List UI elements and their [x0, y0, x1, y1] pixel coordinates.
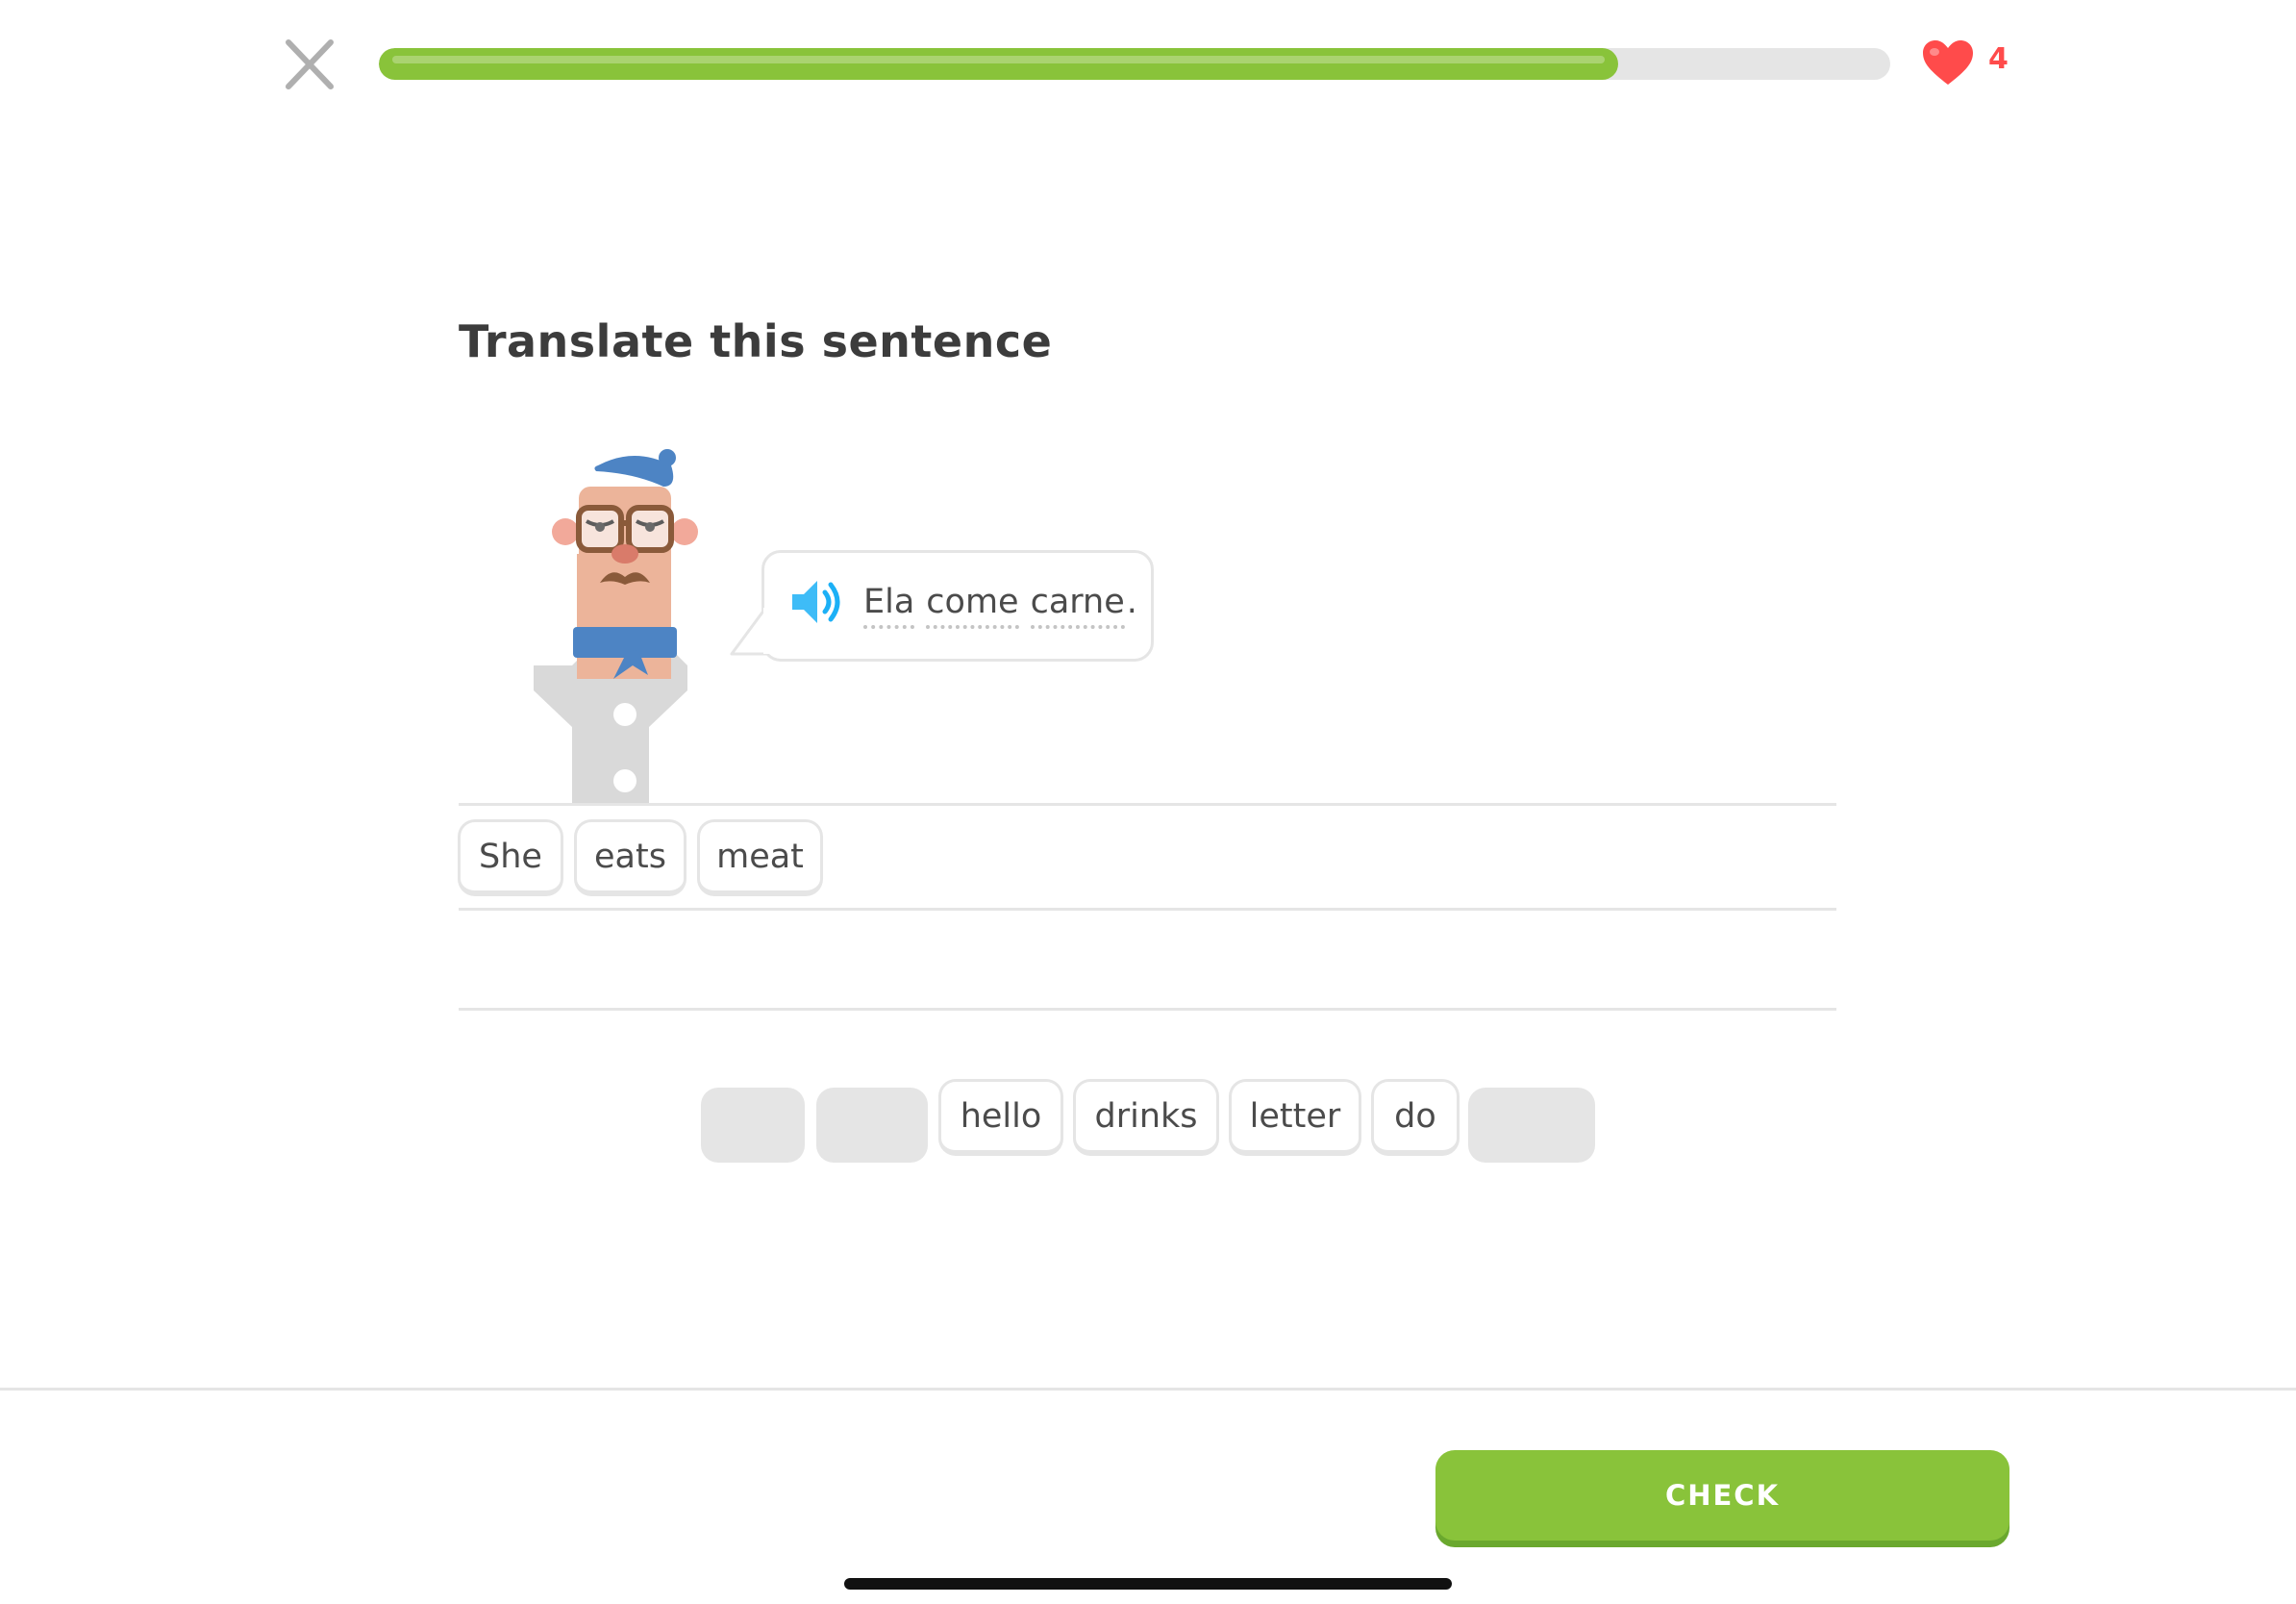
- close-button[interactable]: [279, 37, 340, 94]
- word-bank-tile-hello[interactable]: hello: [938, 1079, 1063, 1156]
- close-icon: [286, 39, 334, 89]
- answer-line: [459, 803, 1836, 806]
- lesson-progress-fill: [379, 48, 1619, 80]
- lesson-progress-bar: [379, 48, 1890, 80]
- answer-tile-meat[interactable]: meat: [697, 819, 823, 896]
- answer-line: [459, 908, 1836, 911]
- sentence-word[interactable]: come: [926, 583, 1019, 629]
- sentence-punctuation: .: [1126, 583, 1137, 621]
- heart-icon: [1923, 40, 1973, 85]
- play-audio-button[interactable]: [788, 575, 846, 629]
- answer-tile-eats[interactable]: eats: [574, 819, 686, 896]
- word-bank-tile-letter[interactable]: letter: [1229, 1079, 1361, 1156]
- page-title: Translate this sentence: [459, 315, 1053, 367]
- answer-tile-she[interactable]: She: [458, 819, 563, 896]
- footer-divider: [0, 1388, 2296, 1391]
- speech-bubble-tail: [730, 608, 773, 656]
- sentence-word[interactable]: Ela: [863, 583, 915, 629]
- home-indicator[interactable]: [844, 1578, 1452, 1590]
- check-button[interactable]: CHECK: [1435, 1450, 2009, 1541]
- source-sentence: Ela come carne .: [863, 583, 1137, 629]
- word-bank-tile-do[interactable]: do: [1371, 1079, 1460, 1156]
- answer-line: [459, 1008, 1836, 1011]
- hearts-count: 4: [1988, 42, 2009, 76]
- speaker-icon: [792, 581, 840, 623]
- character-illustration: [534, 449, 698, 804]
- word-bank-slot-empty: [816, 1088, 928, 1163]
- sentence-word[interactable]: carne: [1030, 583, 1125, 629]
- word-bank-tile-drinks[interactable]: drinks: [1073, 1079, 1219, 1156]
- word-bank-slot-empty: [701, 1088, 805, 1163]
- word-bank-slot-empty: [1468, 1088, 1595, 1163]
